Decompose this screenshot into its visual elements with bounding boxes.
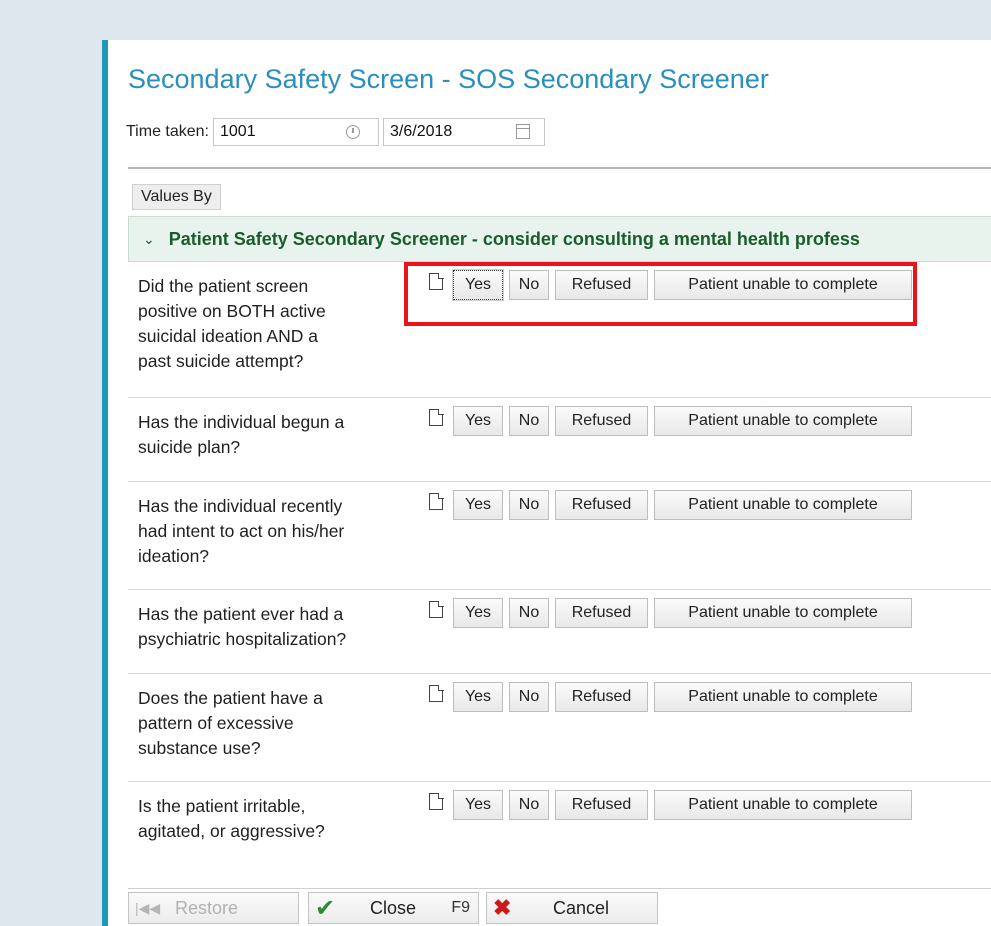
question-text: Has the individual recently had intent t… — [138, 496, 345, 566]
patient-unable-button[interactable]: Patient unable to complete — [654, 682, 912, 712]
patient-unable-button[interactable]: Patient unable to complete — [654, 490, 912, 520]
no-button[interactable]: No — [509, 790, 549, 820]
yes-button[interactable]: Yes — [453, 682, 503, 712]
checkmark-icon: ✔ — [315, 894, 336, 922]
question-row: Did the patient screen positive on BOTH … — [128, 262, 991, 398]
page-title: Secondary Safety Screen - SOS Secondary … — [128, 64, 769, 94]
comment-icon[interactable] — [429, 408, 444, 426]
no-button[interactable]: No — [509, 270, 549, 300]
yes-button[interactable]: Yes — [453, 490, 503, 520]
no-button[interactable]: No — [509, 598, 549, 628]
question-text: Did the patient screen positive on BOTH … — [138, 276, 326, 371]
comment-icon[interactable] — [429, 492, 444, 510]
date-value: 3/6/2018 — [390, 123, 453, 140]
comment-icon[interactable] — [429, 684, 444, 702]
flowsheet-panel: Secondary Safety Screen - SOS Secondary … — [102, 40, 991, 926]
refused-button[interactable]: Refused — [555, 406, 648, 436]
close-label: Close — [370, 897, 417, 918]
patient-unable-button[interactable]: Patient unable to complete — [654, 406, 912, 436]
close-shortcut: F9 — [451, 899, 470, 916]
cancel-label: Cancel — [553, 897, 610, 918]
footer-toolbar: |◀◀ Restore ✔ Close F9 ✖ Cancel — [128, 888, 991, 926]
cancel-button[interactable]: ✖ Cancel — [486, 892, 658, 924]
time-taken-label: Time taken: — [126, 123, 209, 140]
section-header[interactable]: ⌄ Patient Safety Secondary Screener - co… — [128, 216, 991, 262]
date-input[interactable]: 3/6/2018 — [383, 118, 545, 146]
restore-button[interactable]: |◀◀ Restore — [128, 892, 299, 924]
calendar-icon[interactable] — [516, 124, 530, 139]
no-button[interactable]: No — [509, 490, 549, 520]
comment-icon[interactable] — [429, 600, 444, 618]
clock-icon[interactable] — [346, 125, 360, 139]
chevron-down-icon[interactable]: ⌄ — [143, 231, 155, 248]
refused-button[interactable]: Refused — [555, 270, 648, 300]
question-text: Has the individual begun a suicide plan? — [138, 412, 345, 457]
yes-button[interactable]: Yes — [453, 790, 503, 820]
patient-unable-button[interactable]: Patient unable to complete — [654, 790, 912, 820]
restore-label: Restore — [175, 897, 239, 918]
rewind-icon: |◀◀ — [135, 899, 161, 916]
question-row: Does the patient have a pattern of exces… — [128, 674, 991, 782]
close-button[interactable]: ✔ Close F9 — [308, 892, 479, 924]
question-row: Has the patient ever had a psychiatric h… — [128, 590, 991, 674]
no-button[interactable]: No — [509, 682, 549, 712]
question-text: Does the patient have a pattern of exces… — [138, 688, 323, 758]
question-text: Is the patient irritable, agitated, or a… — [138, 796, 325, 841]
question-list: Did the patient screen positive on BOTH … — [128, 262, 991, 872]
close-icon: ✖ — [493, 895, 512, 920]
patient-unable-button[interactable]: Patient unable to complete — [654, 270, 912, 300]
section-title: Patient Safety Secondary Screener - cons… — [168, 228, 860, 249]
refused-button[interactable]: Refused — [555, 790, 648, 820]
yes-button[interactable]: Yes — [453, 598, 503, 628]
refused-button[interactable]: Refused — [555, 598, 648, 628]
values-by-button[interactable]: Values By — [132, 184, 221, 210]
refused-button[interactable]: Refused — [555, 490, 648, 520]
yes-button[interactable]: Yes — [453, 406, 503, 436]
time-taken-row: Time taken: 1001 3/6/2018 — [126, 117, 545, 147]
refused-button[interactable]: Refused — [555, 682, 648, 712]
question-row: Is the patient irritable, agitated, or a… — [128, 782, 991, 872]
yes-button[interactable]: Yes — [452, 269, 504, 301]
comment-icon[interactable] — [429, 272, 444, 290]
patient-unable-button[interactable]: Patient unable to complete — [654, 598, 912, 628]
divider — [128, 167, 991, 169]
comment-icon[interactable] — [429, 792, 444, 810]
time-input[interactable]: 1001 — [213, 118, 379, 146]
time-value: 1001 — [220, 123, 256, 140]
no-button[interactable]: No — [509, 406, 549, 436]
question-row: Has the individual begun a suicide plan?… — [128, 398, 991, 482]
question-text: Has the patient ever had a psychiatric h… — [138, 604, 347, 649]
question-row: Has the individual recently had intent t… — [128, 482, 991, 590]
